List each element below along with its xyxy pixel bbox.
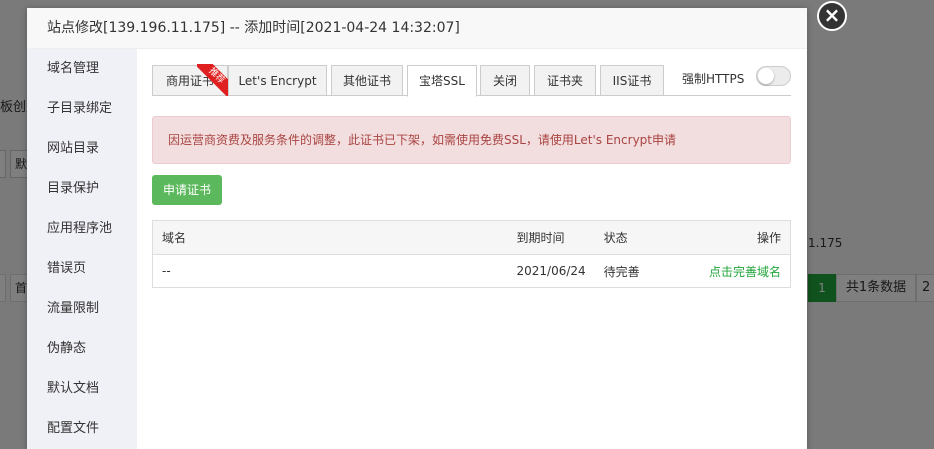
complete-domain-link[interactable]: 点击完善域名 [709,265,781,279]
col-domain: 域名 [152,220,508,255]
site-edit-modal: 站点修改[139.196.11.175] -- 添加时间[2021-04-24 … [27,1,847,449]
sidebar-item-error-page[interactable]: 错误页 [27,249,137,289]
sidebar-item-default-doc[interactable]: 默认文档 [27,369,137,409]
close-icon[interactable]: × [817,1,847,31]
cell-status: 待完善 [603,264,640,279]
col-action: 操作 [684,220,791,255]
ssl-tab-bar: 商用证书 推荐 Let's Encrypt 其他证书 宝塔SSL 关闭 证书夹 … [152,64,791,97]
force-https-toggle[interactable] [756,66,791,86]
cert-table: 域名 到期时间 状态 操作 -- 2021/06/24 待完善 点击完善域名 [152,220,791,288]
toggle-knob [758,68,774,84]
sidebar-item-site-dir[interactable]: 网站目录 [27,129,137,169]
table-row: -- 2021/06/24 待完善 点击完善域名 [153,255,791,288]
col-status: 状态 [594,220,685,255]
sidebar-item-rewrite[interactable]: 伪静态 [27,329,137,369]
cell-action: 点击完善域名 [685,255,791,288]
settings-sidebar: 域名管理 子目录绑定 网站目录 目录保护 应用程序池 错误页 流量限制 伪静态 … [27,49,137,449]
cell-expire: 2021/06/24 [516,264,586,278]
tab-close[interactable]: 关闭 [480,65,530,96]
tab-other-cert[interactable]: 其他证书 [331,65,403,96]
sidebar-item-domain[interactable]: 域名管理 [27,49,137,89]
sidebar-item-traffic-limit[interactable]: 流量限制 [27,289,137,329]
sidebar-item-subdir-binding[interactable]: 子目录绑定 [27,89,137,129]
sidebar-item-app-pool[interactable]: 应用程序池 [27,209,137,249]
tab-iis-cert[interactable]: IIS证书 [600,65,664,96]
tab-lets-encrypt[interactable]: Let's Encrypt [228,65,327,96]
cell-domain: -- [162,264,171,278]
table-header-row: 域名 到期时间 状态 操作 [152,220,791,255]
tab-commercial-cert[interactable]: 商用证书 推荐 [152,64,229,96]
apply-cert-button[interactable]: 申请证书 [152,175,223,205]
tab-bt-ssl[interactable]: 宝塔SSL [407,65,477,97]
recommend-badge: 推荐 [197,64,229,96]
ssl-content: 商用证书 推荐 Let's Encrypt 其他证书 宝塔SSL 关闭 证书夹 … [137,49,807,449]
force-https-label: 强制HTTPS [682,72,745,86]
recommend-ribbon: 推荐 [197,64,229,96]
sidebar-item-config-file[interactable]: 配置文件 [27,409,137,449]
deprecation-alert: 因运营商资费及服务条件的调整，此证书已下架，如需使用免费SSL，请使用Let's… [152,116,791,164]
col-expire: 到期时间 [507,220,595,255]
tab-cert-folder[interactable]: 证书夹 [534,65,596,96]
modal-title: 站点修改[139.196.11.175] -- 添加时间[2021-04-24 … [27,8,807,49]
sidebar-item-dir-protect[interactable]: 目录保护 [27,169,137,209]
